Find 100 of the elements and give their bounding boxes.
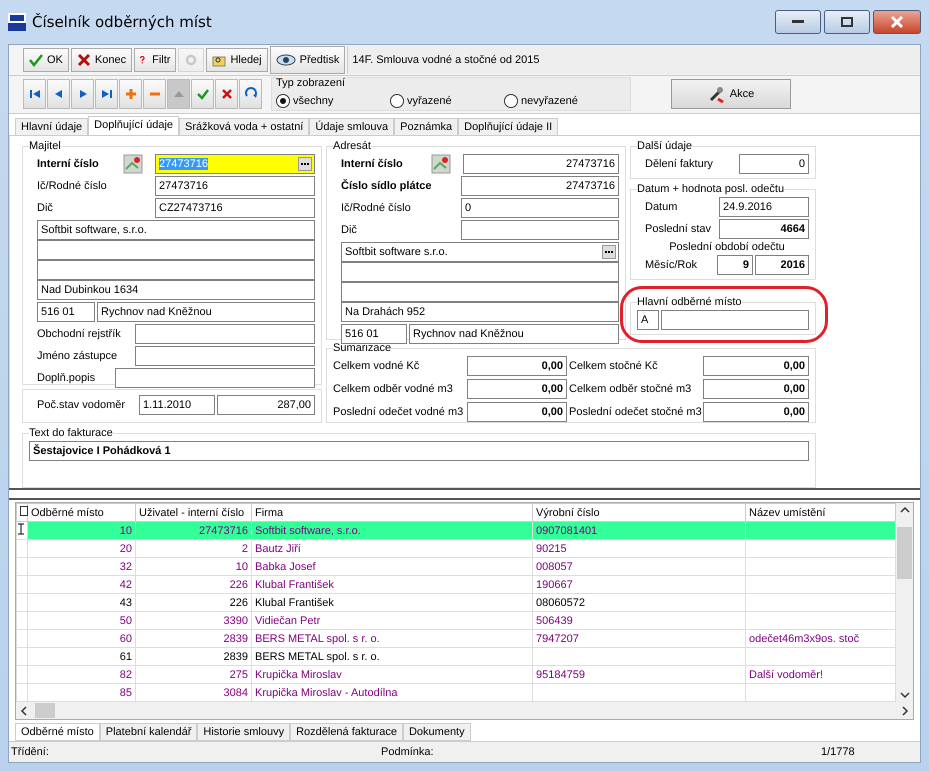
tab[interactable]: Platební kalendář	[100, 723, 198, 742]
radio-icon[interactable]	[504, 94, 518, 108]
input-field[interactable]	[661, 310, 809, 330]
input-field[interactable]	[135, 346, 315, 366]
input-field[interactable]: Šestajovice I Pohádková 1	[29, 441, 809, 462]
input-field[interactable]: 4664	[719, 219, 809, 240]
input-field[interactable]	[341, 262, 619, 282]
input-field[interactable]: Rychnov nad Kněžnou	[409, 324, 619, 344]
group-title: Majitel	[29, 140, 61, 152]
close-button[interactable]	[873, 10, 921, 34]
input-field[interactable]: 27473716	[463, 154, 619, 174]
field-label: Interní číslo	[36, 158, 100, 170]
input-field[interactable]: 9	[717, 255, 753, 276]
group-title: Datum + hodnota posl. odečtu	[637, 183, 784, 196]
ellipsis-icon	[301, 163, 309, 166]
map-pin-icon[interactable]	[123, 154, 143, 174]
ellipsis-button[interactable]	[298, 157, 312, 172]
input-field[interactable]: CZ27473716	[155, 198, 315, 218]
radio-option[interactable]: vyřazené	[386, 94, 500, 108]
tab[interactable]: Doplňující údaje	[88, 116, 180, 136]
nav-button[interactable]	[47, 79, 70, 110]
input-field[interactable]: Na Drahách 952	[341, 302, 619, 322]
radio-icon[interactable]	[276, 94, 290, 108]
input-field[interactable]: 0,00	[467, 402, 567, 422]
horizontal-scrollbar[interactable]	[16, 702, 913, 720]
input-field[interactable]: 0,00	[467, 356, 567, 376]
input-field[interactable]: 1.11.2010	[139, 395, 215, 416]
toolbar-button[interactable]: OK	[23, 48, 69, 72]
input-field[interactable]: 27473716	[155, 176, 315, 196]
input-field[interactable]	[37, 240, 315, 260]
input-field[interactable]: 0,00	[703, 379, 809, 400]
table-cell: odečet46m3x9os. stoč	[746, 630, 896, 648]
nav-button[interactable]	[23, 79, 46, 110]
input-field[interactable]: 0	[461, 198, 619, 218]
scroll-thumb[interactable]	[897, 526, 912, 579]
nav-button[interactable]	[191, 79, 214, 110]
input-field[interactable]: Softbit software s.r.o.	[341, 242, 619, 262]
radio-option[interactable]: nevyřazené	[500, 94, 614, 108]
input-field[interactable]: Rychnov nad Kněžnou	[97, 302, 315, 322]
nav-button[interactable]	[119, 79, 142, 110]
field-label: Dělení faktury	[644, 158, 714, 170]
tab[interactable]: Odběrné místo	[15, 723, 100, 742]
table-cell: 20	[28, 540, 136, 558]
tab[interactable]: Doplňující údaje II	[458, 118, 558, 136]
radio-icon[interactable]	[390, 94, 404, 108]
action-button[interactable]: Akce	[671, 79, 791, 110]
input-field[interactable]	[341, 282, 619, 302]
input-field[interactable]: 0,00	[703, 356, 809, 376]
tab[interactable]: Poznámka	[394, 118, 458, 136]
maximize-button[interactable]	[824, 10, 870, 34]
toolbar-button[interactable]: Filtr	[134, 48, 176, 72]
nav-button[interactable]	[143, 79, 166, 110]
input-field[interactable]: 0,00	[467, 379, 567, 400]
tab[interactable]: Rozdělená fakturace	[290, 723, 403, 742]
tab[interactable]: Hlavní údaje	[15, 118, 88, 136]
scroll-thumb[interactable]	[35, 703, 55, 718]
minimize-button[interactable]	[775, 10, 821, 34]
input-field[interactable]: 2016	[755, 255, 809, 276]
input-field[interactable]: 287,00	[217, 395, 315, 416]
tab[interactable]: Údaje smlouva	[309, 118, 394, 136]
input-field[interactable]: 24.9.2016	[719, 197, 809, 218]
nav-button[interactable]	[71, 79, 94, 110]
table-cell: 506439	[532, 612, 746, 630]
tab[interactable]: Srážková voda + ostatní	[179, 118, 310, 136]
column-header[interactable]: Výrobní číslo	[532, 504, 746, 522]
toolbar-button[interactable]: Konec	[70, 48, 132, 72]
close-icon	[220, 87, 234, 102]
input-field[interactable]: 516 01	[37, 302, 95, 322]
vertical-scrollbar[interactable]	[896, 503, 913, 702]
input-field[interactable]: Softbit software, s.r.o.	[37, 220, 315, 240]
radio-option[interactable]: všechny	[272, 94, 386, 108]
nav-button[interactable]	[239, 79, 262, 110]
table-cell: Klubal František	[252, 594, 532, 612]
column-header[interactable]: Firma	[252, 504, 532, 522]
input-field[interactable]: 27473716	[461, 176, 619, 196]
input-field[interactable]	[135, 324, 315, 344]
map-pin-icon[interactable]	[431, 154, 451, 174]
splitter-bar[interactable]	[9, 488, 920, 500]
toolbar-button[interactable]: Hledej	[206, 48, 268, 72]
field-label: Číslo sídlo plátce	[340, 180, 432, 192]
close-icon	[890, 16, 904, 28]
input-field[interactable]: Nad Dubinkou 1634	[37, 280, 315, 300]
input-field[interactable]: 516 01	[341, 324, 407, 344]
print-button[interactable]: Předtisk	[270, 46, 346, 74]
column-header[interactable]: Odběrné místo	[28, 504, 136, 522]
checkbox-icon[interactable]	[20, 506, 28, 516]
column-header[interactable]: Název umístění	[746, 504, 896, 522]
input-field[interactable]	[461, 220, 619, 240]
input-field[interactable]	[37, 260, 315, 280]
column-header[interactable]: Uživatel - interní číslo	[136, 504, 252, 522]
input-field[interactable]: 0,00	[703, 402, 809, 422]
tab[interactable]: Historie smlouvy	[197, 723, 290, 742]
input-field[interactable]: A	[637, 310, 659, 330]
tab[interactable]: Dokumenty	[402, 723, 471, 742]
input-field[interactable]: 0	[739, 154, 809, 174]
table-cell: 43	[28, 594, 136, 612]
nav-button[interactable]	[95, 79, 118, 110]
input-field[interactable]	[115, 368, 315, 388]
nav-button[interactable]	[215, 79, 238, 110]
ellipsis-button[interactable]	[602, 245, 616, 260]
